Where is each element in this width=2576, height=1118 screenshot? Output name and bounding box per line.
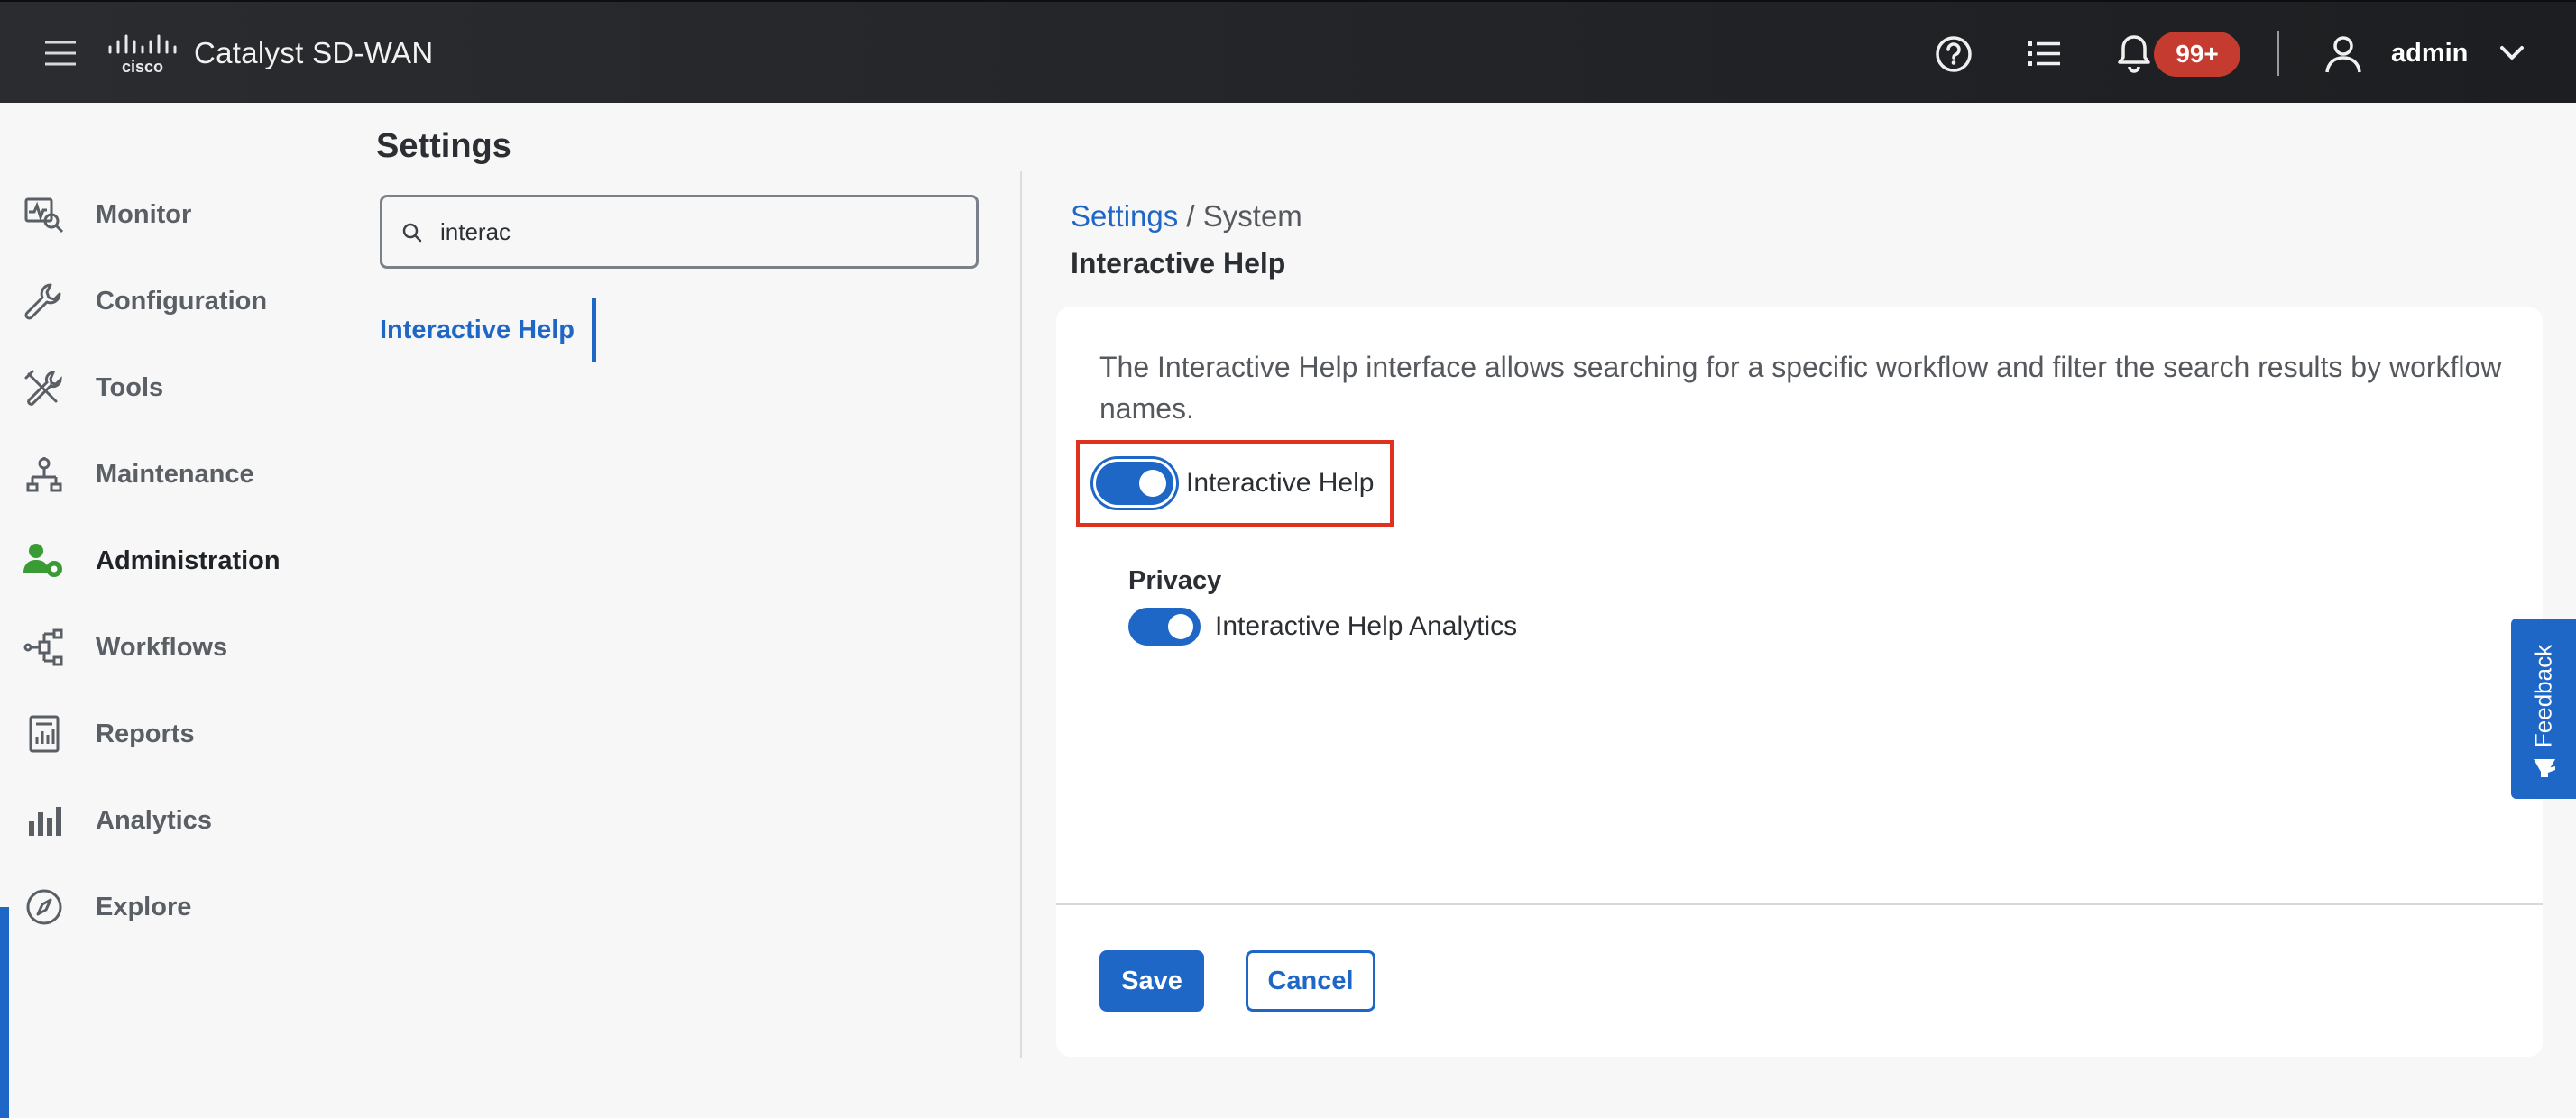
megaphone-icon <box>2529 750 2560 781</box>
header-divider <box>2277 31 2279 76</box>
breadcrumb: Settings / System <box>1071 197 1302 236</box>
svg-text:cisco: cisco <box>122 58 163 76</box>
left-nav: Monitor Configuration Tools Maintenance … <box>0 103 343 1118</box>
settings-search[interactable] <box>380 195 979 269</box>
breadcrumb-separator: / <box>1178 199 1203 233</box>
nav-item-explore[interactable]: Explore <box>0 871 343 943</box>
settings-title: Settings <box>376 127 511 165</box>
nav-item-workflows[interactable]: Workflows <box>0 611 343 683</box>
breadcrumb-settings-link[interactable]: Settings <box>1071 199 1178 233</box>
chevron-down-icon[interactable] <box>2497 41 2527 65</box>
toggle-knob <box>1168 614 1193 639</box>
description-text: The Interactive Help interface allows se… <box>1099 351 2502 425</box>
nav-item-analytics[interactable]: Analytics <box>0 784 343 857</box>
admin-users-icon <box>23 542 65 580</box>
nav-label: Reports <box>96 719 195 748</box>
nav-item-reports[interactable]: Reports <box>0 698 343 770</box>
wrench-icon <box>23 282 65 320</box>
maintenance-icon <box>23 455 65 493</box>
cisco-logo: cisco <box>106 34 179 76</box>
nav-item-tools[interactable]: Tools <box>0 352 343 424</box>
nav-item-configuration[interactable]: Configuration <box>0 265 343 337</box>
workflows-icon <box>23 628 65 666</box>
nav-item-administration[interactable]: Administration <box>0 525 343 597</box>
search-icon <box>400 221 424 244</box>
card-divider <box>1056 903 2543 905</box>
menu-icon[interactable] <box>43 38 79 69</box>
app-title: Catalyst SD-WAN <box>194 36 434 69</box>
settings-card: The Interactive Help interface allows se… <box>1056 307 2543 1057</box>
breadcrumb-current: System <box>1202 199 1302 233</box>
cancel-button[interactable]: Cancel <box>1246 950 1375 1012</box>
nav-label: Analytics <box>96 806 212 835</box>
toggle-knob <box>1139 470 1166 497</box>
interactive-help-toggle[interactable] <box>1096 462 1173 505</box>
search-input[interactable] <box>440 197 963 266</box>
tasks-list-icon[interactable] <box>2026 36 2064 72</box>
nav-label: Administration <box>96 546 281 575</box>
interactive-help-toggle-label: Interactive Help <box>1186 468 1375 498</box>
username[interactable]: admin <box>2391 32 2468 74</box>
page-title: Interactive Help <box>1071 247 1286 280</box>
nav-label: Workflows <box>96 633 228 662</box>
monitor-icon <box>23 196 65 234</box>
bell-icon[interactable] <box>2116 32 2152 74</box>
nav-scroll-indicator <box>0 907 9 1118</box>
nav-item-monitor[interactable]: Monitor <box>0 179 343 251</box>
feedback-tab[interactable]: Feedback <box>2511 619 2576 799</box>
save-button[interactable]: Save <box>1099 950 1204 1012</box>
search-result-interactive-help[interactable]: Interactive Help <box>380 298 575 362</box>
nav-label: Tools <box>96 373 164 402</box>
column-divider <box>1020 171 1022 1058</box>
help-icon[interactable] <box>1934 34 1973 74</box>
privacy-heading: Privacy <box>1128 566 1222 595</box>
top-bar: cisco Catalyst SD-WAN 99+ admin <box>0 0 2576 103</box>
reports-icon <box>23 715 65 753</box>
selected-result-indicator <box>592 298 596 362</box>
nav-label: Configuration <box>96 287 268 316</box>
user-icon[interactable] <box>2324 34 2362 74</box>
analytics-toggle-label: Interactive Help Analytics <box>1215 611 1518 641</box>
nav-label: Monitor <box>96 200 192 229</box>
nav-label: Maintenance <box>96 460 254 489</box>
compass-icon <box>23 888 65 926</box>
nav-label: Explore <box>96 893 192 921</box>
nav-item-maintenance[interactable]: Maintenance <box>0 438 343 510</box>
notification-count-badge[interactable]: 99+ <box>2154 32 2240 77</box>
analytics-icon <box>23 802 65 839</box>
analytics-toggle[interactable] <box>1128 608 1201 646</box>
tools-icon <box>23 369 65 407</box>
feedback-label: Feedback <box>2529 644 2557 748</box>
